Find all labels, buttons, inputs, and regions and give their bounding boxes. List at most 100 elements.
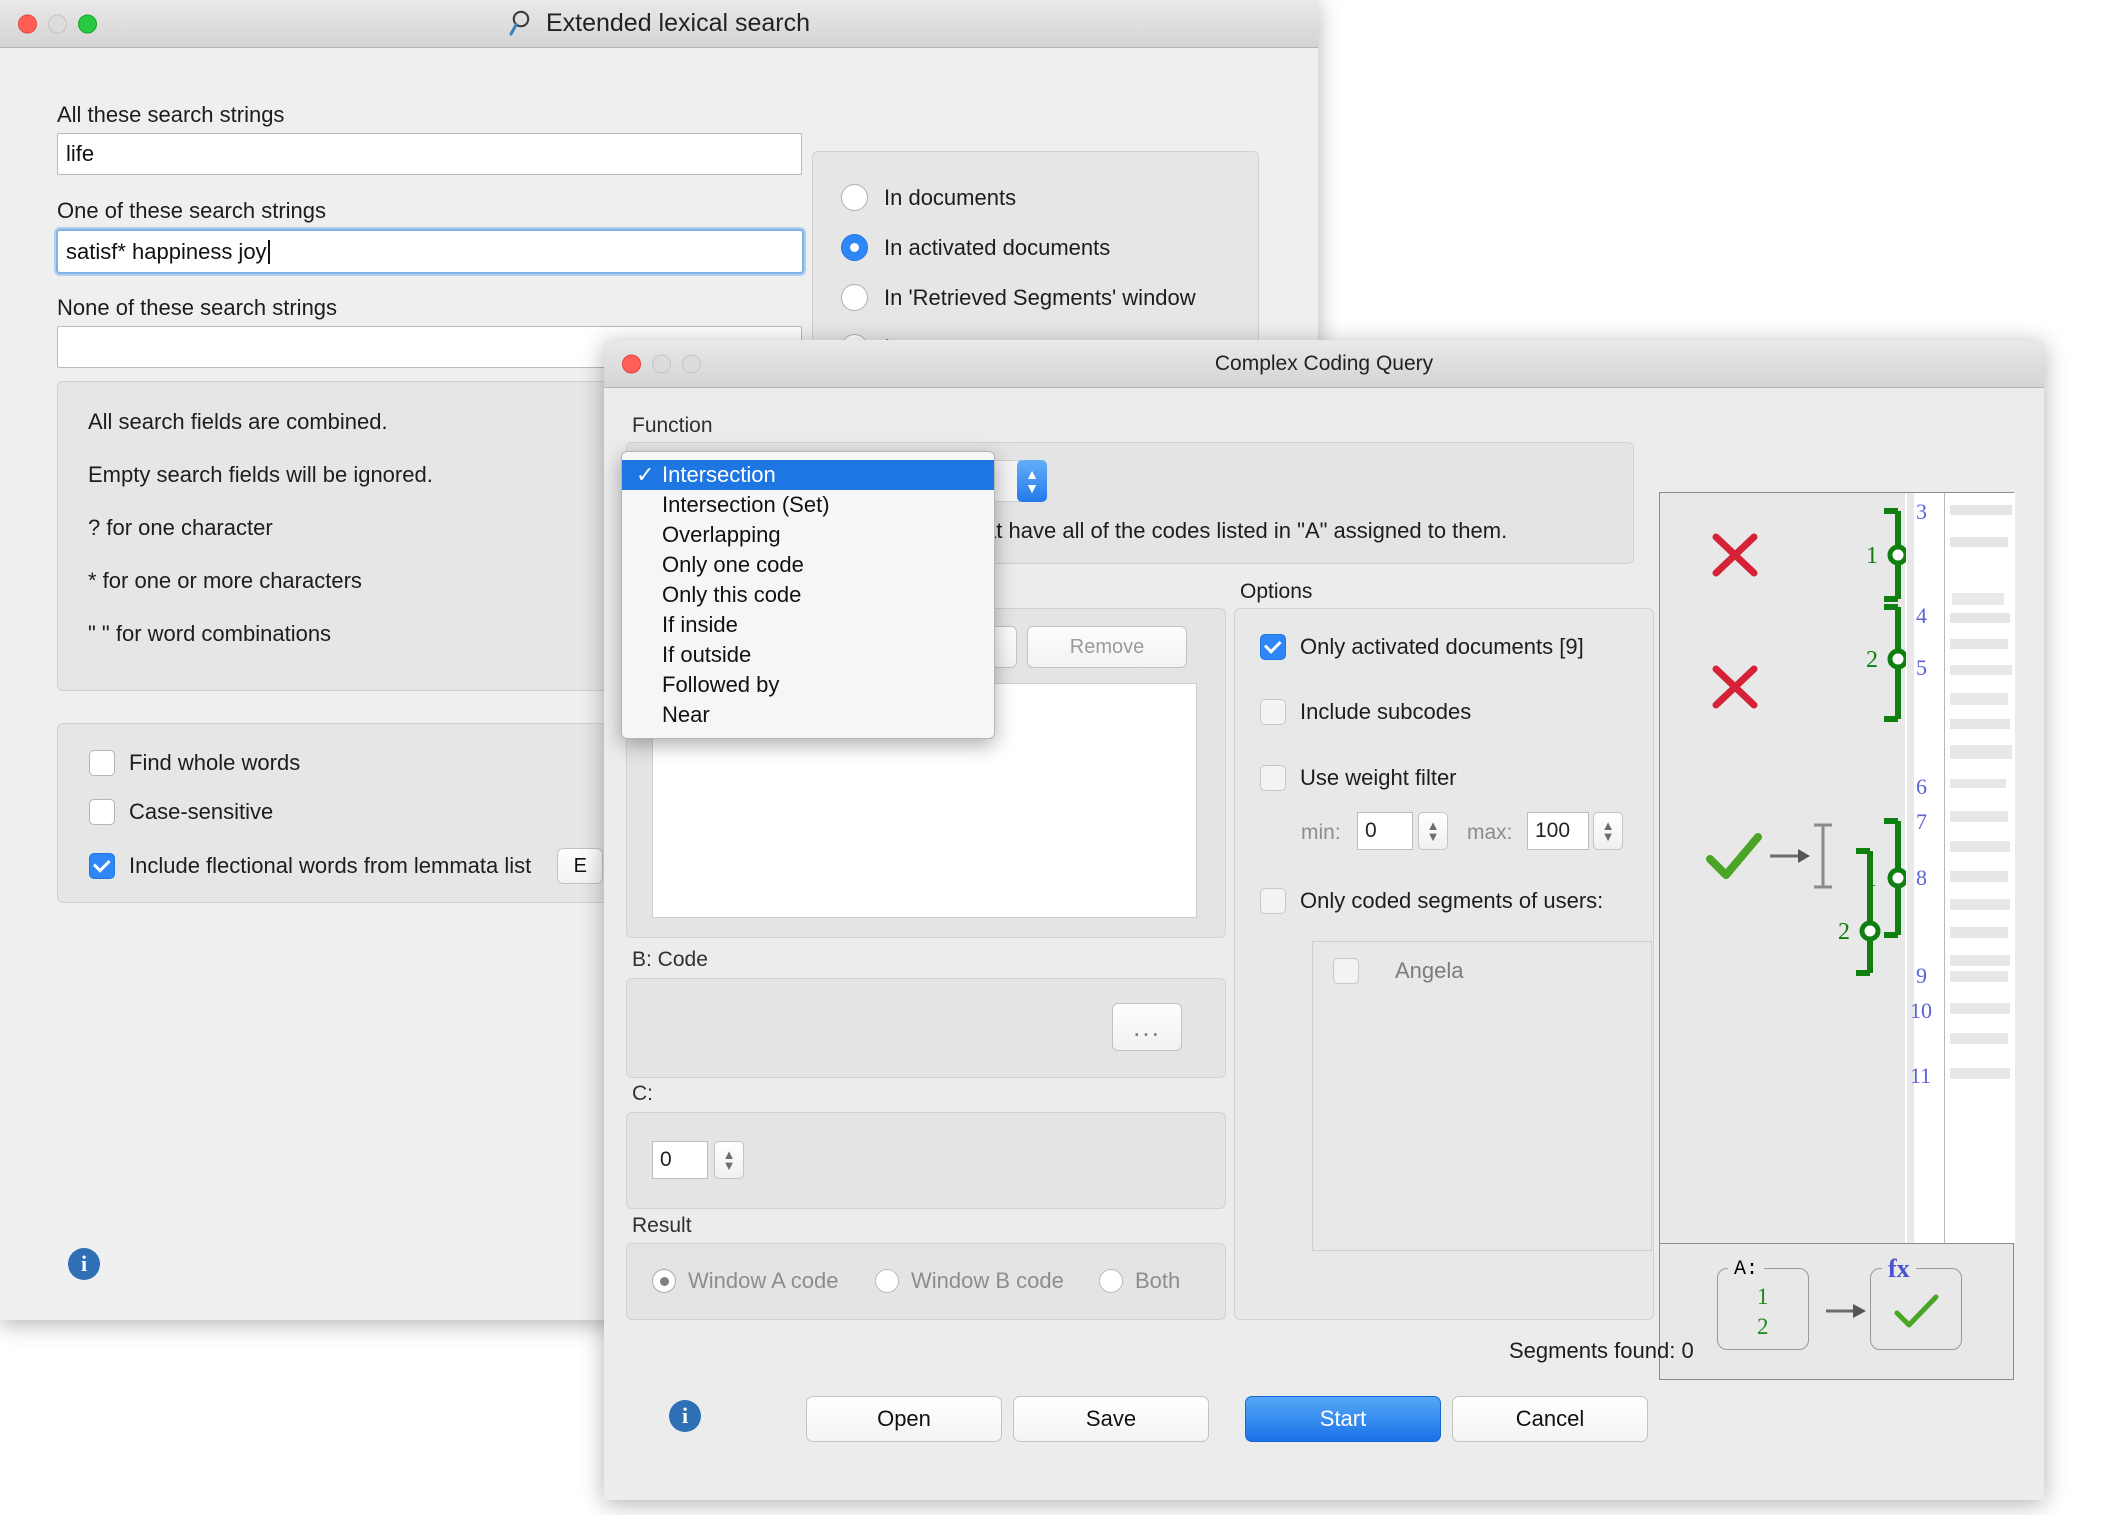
close-button[interactable] <box>18 14 37 33</box>
screen: Extended lexical search All these search… <box>0 0 2105 1515</box>
function-popup-menu[interactable]: ✓ Intersection Intersection (Set) Overla… <box>621 451 995 739</box>
save-button[interactable]: Save <box>1013 1396 1209 1442</box>
hint-3: * for one or more characters <box>88 568 362 593</box>
legend-a-item: 2 <box>1757 1314 1769 1339</box>
preview-text-line <box>1952 593 2004 605</box>
user-angela-label: Angela <box>1395 958 1464 983</box>
preview-text-line <box>1950 505 2012 515</box>
diagram-row-number: 8 <box>1916 865 1927 890</box>
weight-max-stepper[interactable]: ▲ ▼ <box>1593 812 1623 850</box>
cancel-button[interactable]: Cancel <box>1452 1396 1648 1442</box>
menu-item-label: If inside <box>662 612 738 637</box>
weight-max-down-icon[interactable]: ▼ <box>1602 830 1615 843</box>
zoom-button[interactable] <box>78 14 97 33</box>
only-activated-documents-row[interactable]: Only activated documents [9] <box>1260 634 1584 660</box>
scope-in-documents-radio[interactable] <box>841 184 868 211</box>
magnifier-icon <box>509 10 530 36</box>
case-sensitive-row[interactable]: Case-sensitive <box>89 799 273 825</box>
menu-item-only-one-code[interactable]: Only one code <box>622 550 994 580</box>
menu-item-if-outside[interactable]: If outside <box>622 640 994 670</box>
result-window-a-label: Window A code <box>688 1268 839 1293</box>
menu-item-intersection-set[interactable]: Intersection (Set) <box>622 490 994 520</box>
result-window-b-radio[interactable] <box>875 1269 899 1293</box>
open-button[interactable]: Open <box>806 1396 1002 1442</box>
weight-min-stepper[interactable]: ▲ ▼ <box>1418 812 1448 850</box>
preview-text-line <box>1950 693 2008 705</box>
lexical-window-title-wrap: Extended lexical search <box>0 9 1318 38</box>
minimize-button[interactable] <box>48 14 67 33</box>
section-b-browse-button[interactable]: ... <box>1112 1003 1182 1051</box>
find-whole-words-label: Find whole words <box>129 750 301 775</box>
scope-in-documents[interactable]: In documents <box>841 184 1016 211</box>
remove-code-button[interactable]: Remove <box>1027 626 1187 668</box>
users-list[interactable]: Angela <box>1312 941 1652 1251</box>
legend-a-caption: A: <box>1728 1258 1765 1281</box>
scope-in-retrieved-segments-radio[interactable] <box>841 284 868 311</box>
preview-text-line <box>1950 871 2008 882</box>
options-group-label: Options <box>1240 580 1313 603</box>
weight-max-input[interactable]: 100 <box>1527 812 1589 850</box>
scope-in-activated-documents-radio[interactable] <box>841 234 868 261</box>
include-subcodes-row[interactable]: Include subcodes <box>1260 699 1471 725</box>
result-window-b[interactable]: Window B code <box>875 1268 1064 1294</box>
weight-min-input[interactable]: 0 <box>1357 812 1413 850</box>
query-window-title: Complex Coding Query <box>1214 351 1434 375</box>
start-button[interactable]: Start <box>1245 1396 1441 1442</box>
case-sensitive-checkbox[interactable] <box>89 799 115 825</box>
lemmata-list-dropdown[interactable]: E <box>557 848 604 884</box>
result-window-a[interactable]: Window A code <box>652 1268 838 1294</box>
weight-min-down-icon[interactable]: ▼ <box>1427 830 1440 843</box>
only-activated-documents-checkbox[interactable] <box>1260 634 1286 660</box>
query-window-controls <box>622 354 701 373</box>
use-weight-filter-checkbox[interactable] <box>1260 765 1286 791</box>
find-whole-words-row[interactable]: Find whole words <box>89 750 300 776</box>
menu-item-label: Only this code <box>662 582 802 607</box>
menu-item-intersection[interactable]: ✓ Intersection <box>622 460 994 490</box>
lexical-info-button[interactable]: i <box>68 1248 100 1280</box>
include-flectional-row[interactable]: Include flectional words from lemmata li… <box>89 848 604 884</box>
one-of-strings-input[interactable]: satisf* happiness joy <box>56 229 804 274</box>
include-subcodes-checkbox[interactable] <box>1260 699 1286 725</box>
find-whole-words-checkbox[interactable] <box>89 750 115 776</box>
menu-item-overlapping[interactable]: Overlapping <box>622 520 994 550</box>
check-mark-icon <box>1706 833 1762 879</box>
complex-coding-query-window: Complex Coding Query Function ▲ ▼ Retriev… <box>604 340 2044 1500</box>
query-info-button[interactable]: i <box>669 1400 701 1432</box>
section-c-stepper[interactable]: ▲ ▼ <box>714 1141 744 1179</box>
diagram-row-number: 10 <box>1910 998 1932 1023</box>
svg-text:2: 2 <box>1866 647 1878 673</box>
menu-item-if-inside[interactable]: If inside <box>622 610 994 640</box>
include-flectional-checkbox[interactable] <box>89 853 115 879</box>
menu-item-followed-by[interactable]: Followed by <box>622 670 994 700</box>
query-titlebar: Complex Coding Query <box>604 340 2044 388</box>
menu-item-label: Followed by <box>662 672 780 697</box>
only-coded-segments-checkbox[interactable] <box>1260 888 1286 914</box>
query-body: Function ▲ ▼ Retrieve only the part segme… <box>604 388 2044 1500</box>
checkmark-icon: ✓ <box>636 462 655 487</box>
use-weight-filter-row[interactable]: Use weight filter <box>1260 765 1457 791</box>
menu-item-label: Only one code <box>662 552 804 577</box>
preview-text-line <box>1950 613 2010 623</box>
query-preview-diagram: 3 4 5 6 7 8 9 10 11 1 2 1 2 A: 1 2 fx <box>1659 492 2015 1380</box>
svg-text:1: 1 <box>1866 543 1878 569</box>
menu-item-only-this-code[interactable]: Only this code <box>622 580 994 610</box>
scope-in-retrieved-segments[interactable]: In 'Retrieved Segments' window <box>841 284 1196 311</box>
result-both[interactable]: Both <box>1099 1268 1180 1294</box>
user-angela-checkbox[interactable] <box>1333 958 1359 984</box>
preview-text-line <box>1950 1068 2010 1079</box>
query-zoom-button[interactable] <box>682 354 701 373</box>
query-minimize-button[interactable] <box>652 354 671 373</box>
menu-item-label: Intersection (Set) <box>662 492 830 517</box>
section-c-value-input[interactable]: 0 <box>652 1141 708 1179</box>
scope-in-activated-documents[interactable]: In activated documents <box>841 234 1110 261</box>
query-close-button[interactable] <box>622 354 641 373</box>
all-strings-input[interactable]: life <box>57 133 802 175</box>
result-window-a-radio[interactable] <box>652 1269 676 1293</box>
user-list-item[interactable]: Angela <box>1333 958 1464 984</box>
stepper-down-icon[interactable]: ▼ <box>723 1159 736 1172</box>
result-both-radio[interactable] <box>1099 1269 1123 1293</box>
function-popup-chevrons-icon[interactable]: ▲ ▼ <box>1017 460 1047 502</box>
menu-item-near[interactable]: Near <box>622 700 994 730</box>
only-coded-segments-row[interactable]: Only coded segments of users: <box>1260 888 1603 914</box>
preview-text-line <box>1950 779 2006 788</box>
